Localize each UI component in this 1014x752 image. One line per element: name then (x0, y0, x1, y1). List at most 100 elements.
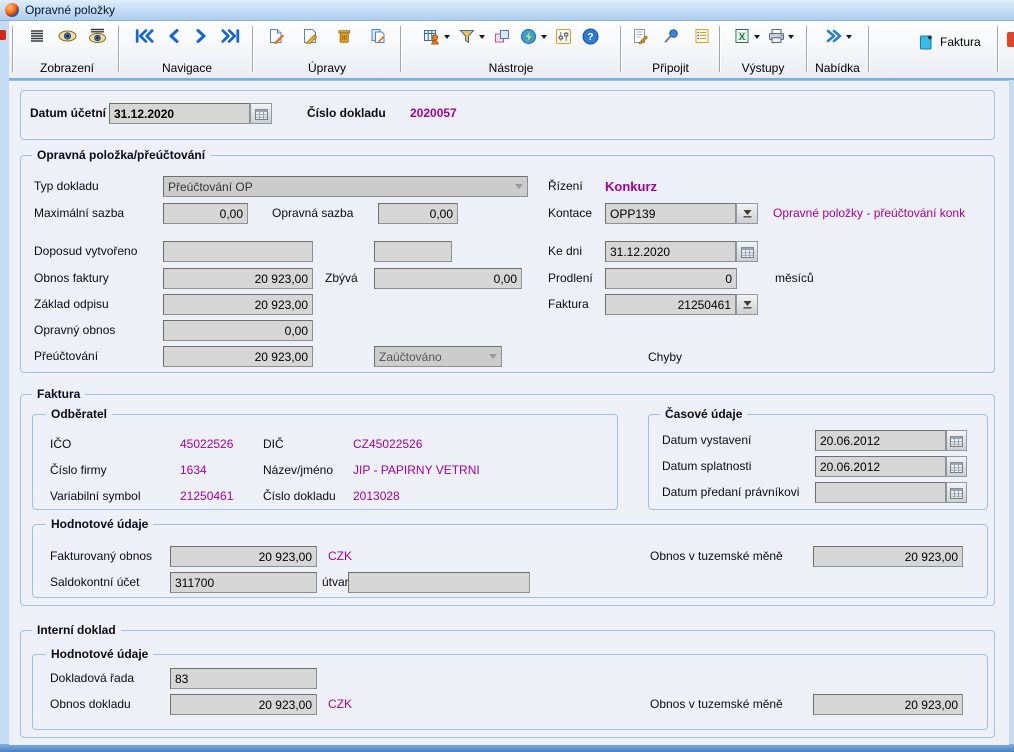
nazev-label: Název/jméno (263, 460, 333, 481)
window-title: Opravné položky (25, 3, 115, 17)
dokladova-rada-input[interactable] (170, 668, 317, 689)
next-record-icon[interactable] (192, 27, 212, 45)
op-section-title: Opravná položka/přeúčtování (32, 148, 210, 162)
calendar-button[interactable] (946, 430, 967, 451)
obnos-tuzemska-input[interactable] (813, 546, 963, 567)
ke-dni-label: Ke dni (548, 241, 582, 262)
last-record-icon[interactable] (221, 27, 241, 45)
datum-predani-input[interactable] (815, 482, 946, 503)
kontace-description: Opravné položky - přeúčtování konk (773, 203, 1001, 224)
dic-label: DIČ (263, 434, 284, 455)
faktura-ref-input[interactable] (605, 294, 736, 315)
app-logo-icon (5, 3, 19, 17)
toolbar-group-nastroje: ? Nástroje (404, 24, 618, 76)
zaklad-odpisu-label: Základ odpisu (34, 294, 109, 315)
dropdown-caret-icon[interactable] (541, 35, 547, 42)
opravna-sazba-input[interactable] (378, 203, 458, 224)
partial-toolbar-icon (1007, 32, 1014, 47)
interni-section-title: Interní doklad (32, 623, 121, 637)
obnos-tuzemska-label: Obnos v tuzemské měně (650, 546, 783, 567)
doposud-vytvoreno-label: Doposud vytvořeno (34, 241, 137, 262)
dropdown-caret-icon[interactable] (788, 35, 794, 42)
preferences-icon[interactable] (554, 27, 574, 45)
calendar-button[interactable] (946, 482, 967, 503)
zaklad-odpisu-input[interactable] (163, 294, 313, 315)
kontace-lookup-button[interactable] (736, 203, 758, 224)
excel-export-icon[interactable]: X (732, 27, 752, 45)
ke-dni-input[interactable] (605, 241, 736, 262)
cislo-dokladu-label: Číslo dokladu (307, 103, 386, 124)
help-icon[interactable]: ? (581, 27, 601, 45)
zbyva-input[interactable] (374, 268, 522, 289)
nazev-value: JIP - PAPIRNY VETRNI (353, 460, 480, 481)
toolbar-group-vystupy: X Výstupy (722, 24, 804, 76)
merge-windows-icon[interactable] (492, 27, 512, 45)
dropdown-caret-icon[interactable] (754, 35, 760, 42)
chyby-label: Chyby (648, 347, 682, 368)
zbyva-label: Zbývá (325, 268, 358, 289)
fakturovany-obnos-input[interactable] (170, 546, 317, 567)
actions-icon[interactable] (519, 27, 539, 45)
opravny-obnos-input[interactable] (163, 320, 313, 341)
kontace-input[interactable] (605, 203, 736, 224)
prodleni-input[interactable] (605, 268, 737, 289)
saldokontni-ucet-label: Saldokontní účet (50, 572, 139, 593)
faktura-lookup-button[interactable] (736, 294, 758, 315)
datum-splatnosti-label: Datum splatnosti (662, 456, 751, 477)
rizeni-label: Řízení (548, 176, 583, 197)
invoice-doc-icon (916, 33, 936, 51)
copy-record-icon[interactable] (368, 27, 388, 45)
menu-chevrons-icon[interactable] (824, 27, 844, 45)
doposud-vytvoreno-input-2[interactable] (374, 241, 452, 262)
filter-icon[interactable] (457, 27, 477, 45)
stav-select[interactable]: Zaúčtováno (374, 346, 502, 367)
eye-list-icon[interactable] (87, 27, 107, 45)
print-icon[interactable] (766, 27, 786, 45)
table-settings-icon[interactable] (422, 27, 442, 45)
preuctovani-input[interactable] (163, 346, 313, 367)
obnos-dokladu-input[interactable] (170, 694, 317, 715)
datum-ucetni-input[interactable] (109, 103, 250, 124)
toolbar-separator (118, 26, 119, 72)
datum-vystaveni-label: Datum vystavení (662, 430, 751, 451)
new-record-icon[interactable] (266, 27, 286, 45)
previous-record-icon[interactable] (163, 27, 183, 45)
calendar-button[interactable] (946, 456, 967, 477)
faktura-button-label: Faktura (940, 35, 981, 49)
first-record-icon[interactable] (134, 27, 154, 45)
typ-dokladu-select[interactable]: Přeúčtování OP (163, 176, 528, 197)
delete-record-icon[interactable] (334, 27, 354, 45)
toolbar-separator (868, 26, 869, 72)
datum-splatnosti-input[interactable] (815, 456, 946, 477)
calendar-button[interactable] (736, 241, 758, 262)
datum-vystaveni-input[interactable] (815, 430, 946, 451)
utvar-input[interactable] (348, 572, 530, 593)
faktura-section-title: Faktura (32, 387, 85, 401)
toolbar-group-label: Výstupy (742, 61, 785, 76)
interni-tuzemska-input[interactable] (813, 694, 963, 715)
toolbar-separator (719, 26, 720, 72)
pin-icon[interactable] (661, 27, 681, 45)
datum-ucetni-label: Datum účetní (30, 103, 106, 124)
faktura-button[interactable]: Faktura (912, 31, 985, 53)
checklist-icon[interactable] (692, 27, 712, 45)
var-symbol-label: Variabilní symbol (50, 486, 140, 507)
toolbar-group-label: Zobrazení (40, 61, 94, 76)
toolbar-separator (252, 26, 253, 72)
list-view-icon[interactable] (27, 27, 47, 45)
calendar-button[interactable] (250, 103, 272, 124)
saldokontni-ucet-input[interactable] (170, 572, 317, 593)
doposud-vytvoreno-input[interactable] (163, 241, 313, 262)
eye-icon[interactable] (57, 27, 77, 45)
opravna-sazba-label: Opravná sazba (272, 203, 353, 224)
maximalni-sazba-input[interactable] (163, 203, 248, 224)
dropdown-caret-icon[interactable] (479, 35, 485, 42)
edit-record-icon[interactable] (300, 27, 320, 45)
dropdown-caret-icon[interactable] (444, 35, 450, 42)
app-window: Opravné položky Zobrazení Navigace (0, 0, 1014, 752)
dropdown-caret-icon[interactable] (846, 35, 852, 42)
toolbar-group-label: Připojit (652, 61, 689, 76)
toolbar-group-navigace: Navigace (122, 24, 252, 76)
obnos-faktury-input[interactable] (163, 268, 313, 289)
note-icon[interactable] (630, 27, 650, 45)
